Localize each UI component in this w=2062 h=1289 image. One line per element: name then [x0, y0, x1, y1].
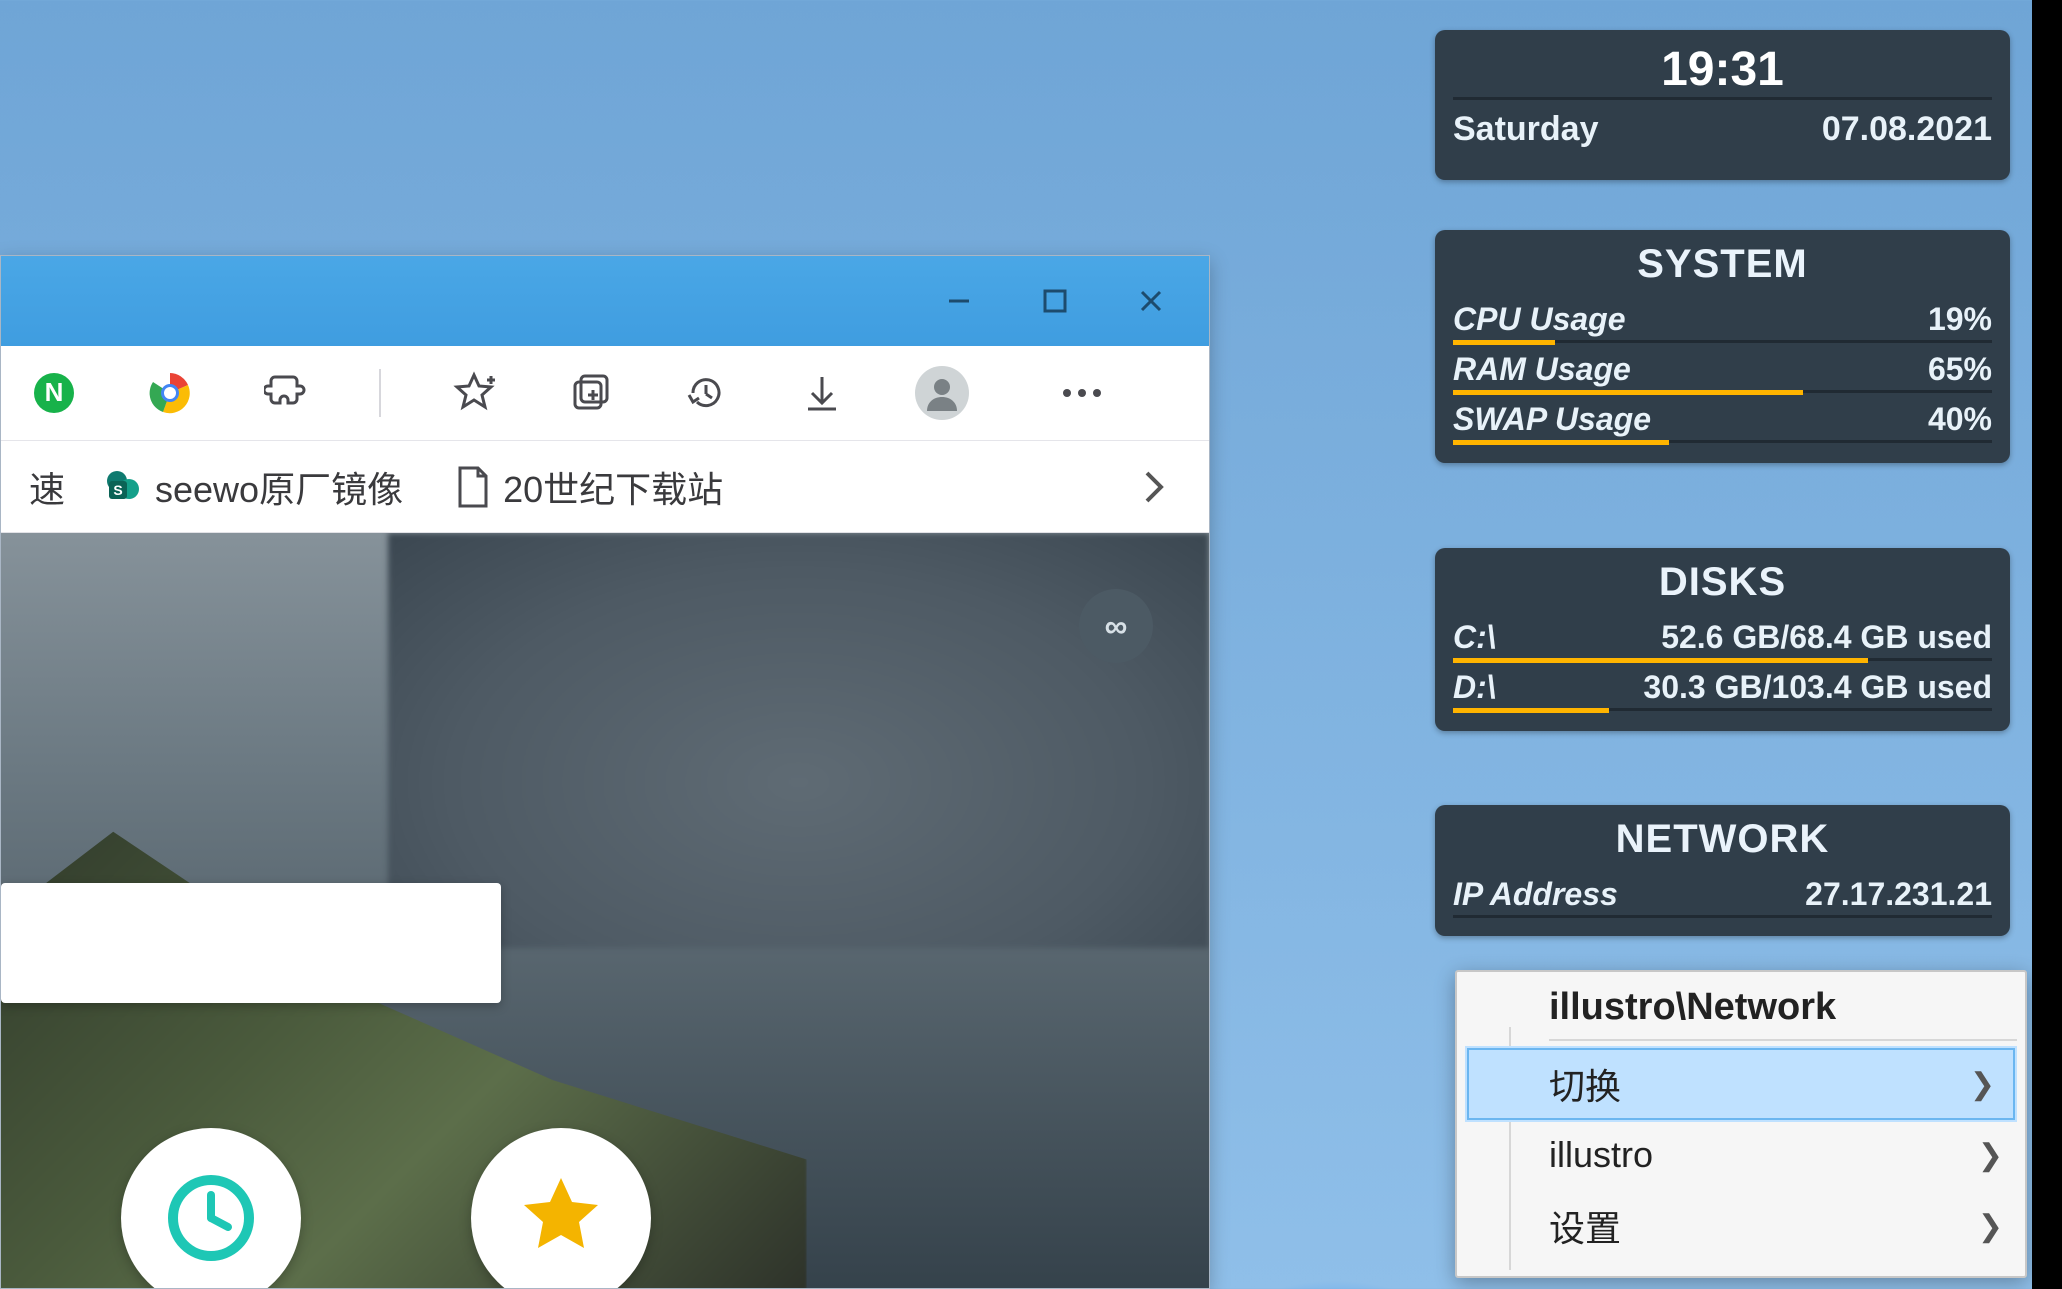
menu-divider: [1549, 1039, 2017, 1041]
bookmark-item-seewo[interactable]: S seewo原厂镜像: [89, 461, 417, 513]
toolbar-separator: [379, 369, 381, 417]
disk-c-value: 52.6 GB/68.4 GB used: [1661, 619, 1992, 656]
menu-item-settings[interactable]: 设置 ❯: [1457, 1188, 2025, 1264]
submenu-chevron-icon: ❯: [1978, 1138, 2003, 1173]
network-widget[interactable]: NETWORK IP Address 27.17.231.21: [1435, 805, 2010, 936]
menu-item-label: illustro: [1549, 1134, 1653, 1176]
cpu-label: CPU Usage: [1453, 301, 1626, 338]
ellipsis-icon: [1060, 386, 1104, 400]
svg-text:S: S: [113, 482, 122, 498]
clock-widget[interactable]: 19:31 Saturday 07.08.2021: [1435, 30, 2010, 180]
clock-icon: [166, 1173, 256, 1263]
extensions-icon[interactable]: [263, 370, 309, 416]
close-icon: [1137, 287, 1165, 315]
skin-context-menu[interactable]: illustro\Network 切换 ❯ illustro ❯ 设置 ❯: [1455, 970, 2027, 1278]
right-black-stripe: [2032, 0, 2062, 1289]
swap-value: 40%: [1928, 401, 1992, 438]
sharepoint-icon: S: [103, 467, 143, 507]
history-icon[interactable]: [683, 370, 729, 416]
disk-d-value: 30.3 GB/103.4 GB used: [1643, 669, 1992, 706]
maximize-button[interactable]: [1037, 283, 1073, 319]
browser-toolbar: N: [1, 346, 1209, 441]
browser-window: N: [0, 255, 1210, 1289]
browser-content[interactable]: ∞: [1, 533, 1209, 1288]
downloads-icon[interactable]: [799, 370, 845, 416]
clock-time: 19:31: [1453, 42, 1992, 97]
submenu-chevron-icon: ❯: [1978, 1209, 2003, 1244]
bookmark-item-partial[interactable]: 速: [29, 461, 65, 513]
bookmark-label: seewo原厂镜像: [155, 461, 403, 513]
menu-item-label: 设置: [1549, 1200, 1621, 1252]
ip-value: 27.17.231.21: [1805, 876, 1992, 913]
disks-widget[interactable]: DISKS C:\ 52.6 GB/68.4 GB used D:\ 30.3 …: [1435, 548, 2010, 731]
ip-label: IP Address: [1453, 876, 1618, 913]
swap-label: SWAP Usage: [1453, 401, 1651, 438]
chevron-right-icon: [1143, 469, 1165, 505]
disk-d-bar: [1453, 708, 1609, 713]
infinity-button[interactable]: ∞: [1079, 589, 1153, 663]
search-box[interactable]: [1, 883, 501, 1003]
swap-bar: [1453, 440, 1669, 445]
context-menu-title: illustro\Network: [1457, 978, 2025, 1039]
disk-d-label: D:\: [1453, 669, 1496, 706]
favorites-icon[interactable]: [451, 370, 497, 416]
bookmarks-overflow[interactable]: [1127, 469, 1181, 505]
infinity-icon: ∞: [1105, 608, 1128, 645]
clock-date: 07.08.2021: [1822, 110, 1992, 149]
menu-item-label: 切换: [1549, 1058, 1621, 1110]
disk-c-label: C:\: [1453, 619, 1496, 656]
disks-title: DISKS: [1453, 560, 1992, 605]
ram-label: RAM Usage: [1453, 351, 1631, 388]
clock-day: Saturday: [1453, 110, 1599, 149]
maximize-icon: [1042, 288, 1068, 314]
minimize-icon: [945, 287, 973, 315]
menu-item-switch[interactable]: 切换 ❯: [1465, 1046, 2017, 1122]
bookmark-item-download[interactable]: 20世纪下载站: [441, 461, 737, 513]
profile-avatar[interactable]: [915, 366, 969, 420]
chrome-icon[interactable]: [147, 370, 193, 416]
cpu-value: 19%: [1928, 301, 1992, 338]
bookmarks-bar: 速 S seewo原厂镜像 20世纪下载站: [1, 441, 1209, 533]
ram-value: 65%: [1928, 351, 1992, 388]
menu-item-illustro[interactable]: illustro ❯: [1457, 1122, 2025, 1188]
wallpaper-sky: [388, 533, 1209, 948]
minimize-button[interactable]: [941, 283, 977, 319]
close-button[interactable]: [1133, 283, 1169, 319]
browser-titlebar[interactable]: [1, 256, 1209, 346]
collections-icon[interactable]: [567, 370, 613, 416]
svg-text:N: N: [45, 377, 64, 407]
system-title: SYSTEM: [1453, 242, 1992, 287]
system-widget[interactable]: SYSTEM CPU Usage 19% RAM Usage 65% SWAP …: [1435, 230, 2010, 463]
person-icon: [922, 373, 962, 413]
file-icon: [455, 465, 491, 509]
extension-n-icon[interactable]: N: [31, 370, 77, 416]
submenu-chevron-icon: ❯: [1970, 1067, 1995, 1102]
more-button[interactable]: [1059, 370, 1105, 416]
network-title: NETWORK: [1453, 817, 1992, 862]
bookmark-label: 20世纪下载站: [503, 461, 723, 513]
star-icon: [511, 1168, 611, 1268]
